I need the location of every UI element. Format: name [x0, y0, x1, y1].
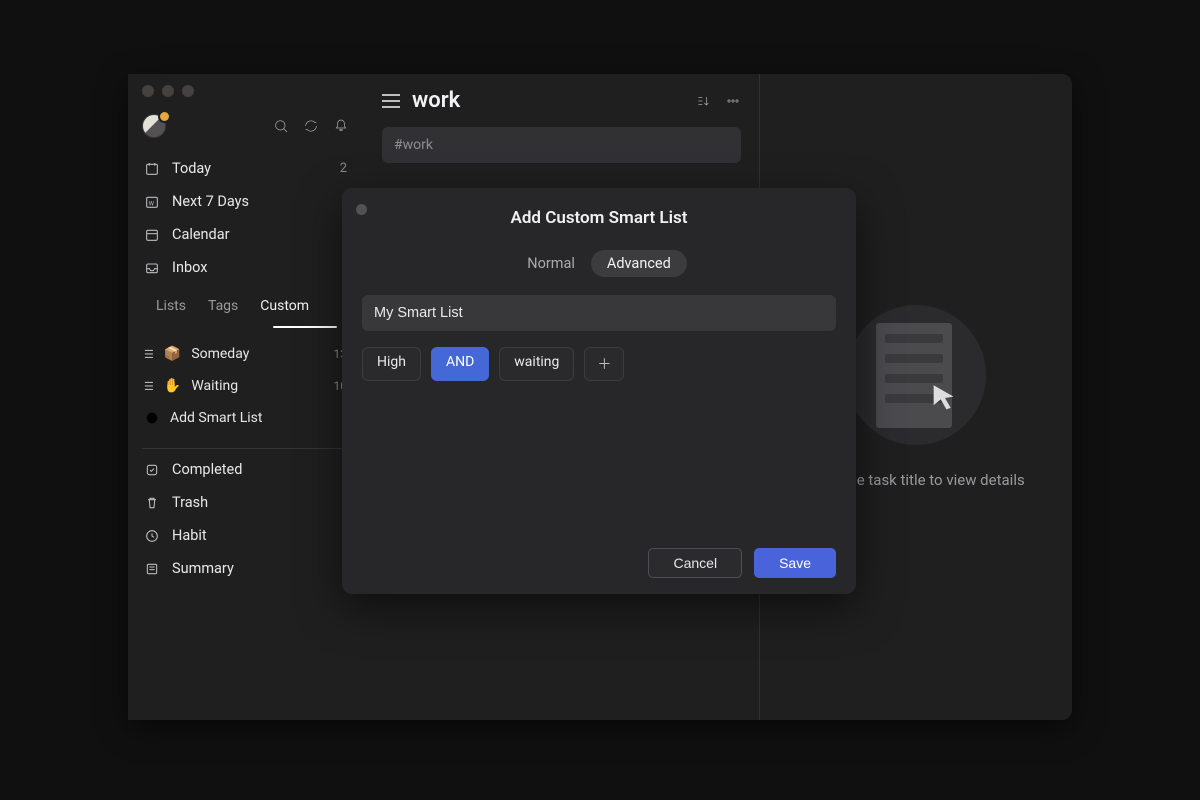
- seg-advanced[interactable]: Advanced: [591, 250, 687, 277]
- more-icon[interactable]: [725, 93, 741, 109]
- page-title: work: [412, 88, 460, 113]
- sidebar-item-habit[interactable]: Habit: [128, 519, 363, 552]
- mode-segmented: Normal Advanced: [362, 250, 836, 277]
- sort-icon[interactable]: [695, 93, 711, 109]
- plus-circle-icon: [144, 410, 160, 426]
- rule-chip-high[interactable]: High: [362, 347, 421, 381]
- empty-illustration: [846, 305, 986, 445]
- sidebar-item-inbox[interactable]: Inbox: [128, 251, 363, 284]
- svg-text:W: W: [149, 200, 155, 207]
- sidebar-item-calendar[interactable]: Calendar: [128, 218, 363, 251]
- sidebar-item-today[interactable]: Today 2: [128, 152, 363, 185]
- seg-normal[interactable]: Normal: [511, 250, 591, 277]
- rule-chip-operator[interactable]: AND: [431, 347, 489, 381]
- add-rule-button[interactable]: ＋: [584, 347, 624, 381]
- add-smart-label: Add Smart List: [170, 410, 263, 426]
- smart-list-label: Waiting: [191, 378, 238, 394]
- sidebar-item-label: Inbox: [172, 259, 207, 276]
- search-icon[interactable]: [273, 118, 289, 134]
- cursor-icon: [928, 381, 962, 415]
- modal-traffic-close[interactable]: [356, 204, 367, 215]
- sync-icon[interactable]: [303, 118, 319, 134]
- cancel-button[interactable]: Cancel: [648, 548, 742, 578]
- filter-input[interactable]: #work: [382, 127, 741, 163]
- add-smart-list[interactable]: Add Smart List: [128, 402, 363, 434]
- sidebar-item-next7[interactable]: W Next 7 Days: [128, 185, 363, 218]
- tab-tags[interactable]: Tags: [208, 298, 238, 314]
- traffic-close[interactable]: [142, 85, 154, 97]
- modal-title: Add Custom Smart List: [362, 208, 836, 228]
- sidebar: Today 2 W Next 7 Days Calendar Inbox Lis…: [128, 74, 364, 720]
- smart-list-label: Someday: [191, 346, 249, 362]
- add-smart-list-modal: Add Custom Smart List Normal Advanced Hi…: [342, 188, 856, 594]
- sidebar-tabs: Lists Tags Custom: [128, 284, 363, 322]
- filter-icon: ☰: [144, 381, 154, 392]
- rule-builder: High AND waiting ＋: [362, 347, 836, 381]
- sidebar-item-label: Next 7 Days: [172, 193, 249, 210]
- sidebar-item-summary[interactable]: Summary: [128, 552, 363, 585]
- smart-list-emoji: 📦: [164, 346, 181, 362]
- menu-icon[interactable]: [382, 94, 400, 108]
- smart-list-name-input[interactable]: [362, 295, 836, 331]
- traffic-max[interactable]: [182, 85, 194, 97]
- bell-icon[interactable]: [333, 118, 349, 134]
- avatar[interactable]: [142, 114, 166, 138]
- smart-list-waiting[interactable]: ☰ ✋ Waiting 10: [128, 370, 363, 402]
- sidebar-item-count: 2: [340, 161, 347, 176]
- rule-chip-waiting[interactable]: waiting: [499, 347, 574, 381]
- filter-icon: ☰: [144, 349, 154, 360]
- sidebar-item-label: Today: [172, 160, 211, 177]
- smart-list-emoji: ✋: [164, 378, 181, 394]
- sidebar-item-label: Calendar: [172, 226, 230, 243]
- traffic-min[interactable]: [162, 85, 174, 97]
- tab-custom[interactable]: Custom: [260, 298, 309, 314]
- sidebar-item-trash[interactable]: Trash: [128, 486, 363, 519]
- save-button[interactable]: Save: [754, 548, 836, 578]
- window-traffic-lights: [142, 85, 194, 97]
- sidebar-item-completed[interactable]: Completed: [128, 453, 363, 486]
- tab-lists[interactable]: Lists: [156, 298, 186, 314]
- smart-list-someday[interactable]: ☰ 📦 Someday 13: [128, 338, 363, 370]
